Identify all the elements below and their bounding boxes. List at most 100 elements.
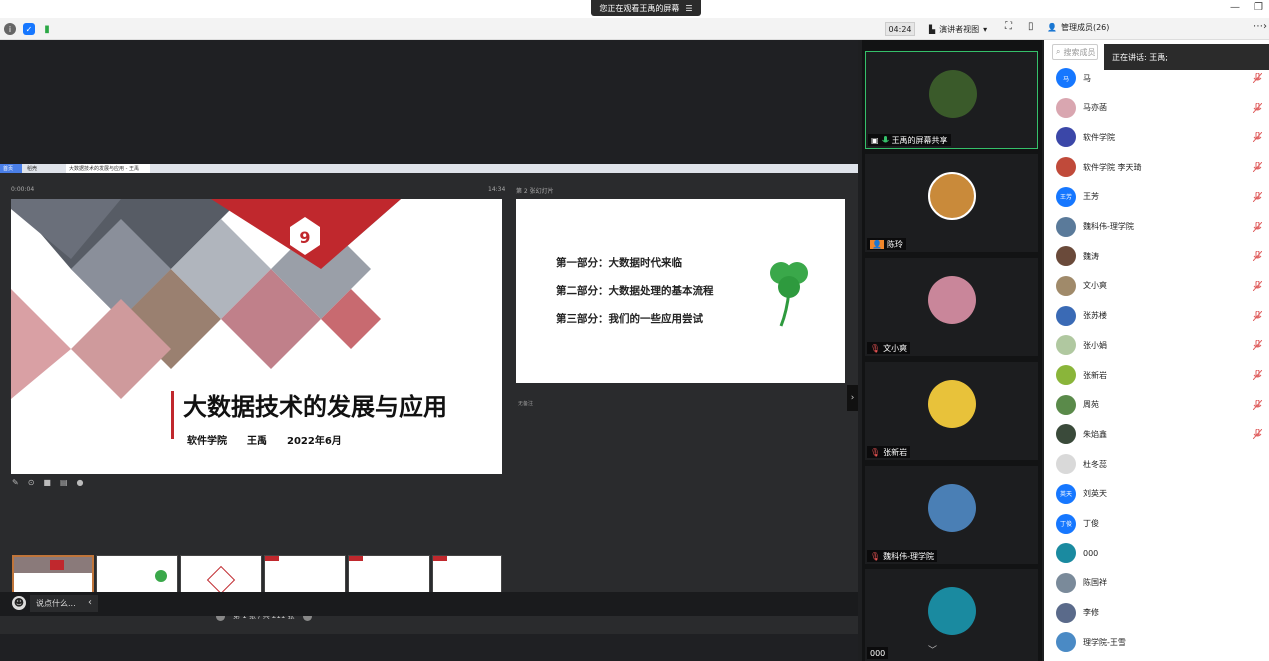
member-row[interactable]: 李修 — [1056, 602, 1266, 624]
avatar — [1056, 543, 1076, 564]
mic-muted-icon[interactable] — [1253, 73, 1262, 83]
manage-members-button[interactable]: 👤 管理成员(26) — [1047, 22, 1109, 33]
video-name-tag: 🎙 张新岩 — [867, 446, 911, 458]
tab-docer[interactable]: 稻壳 — [24, 164, 64, 173]
view-mode-label: 演讲者视图 — [939, 24, 980, 34]
info-icon[interactable]: i — [4, 23, 16, 35]
member-row[interactable]: 软件学院 — [1056, 126, 1266, 148]
member-row[interactable]: 周苑 — [1056, 394, 1266, 416]
member-row[interactable]: 丁俊 丁俊 — [1056, 513, 1266, 535]
member-row[interactable]: 魏科伟-理学院 — [1056, 216, 1266, 238]
meeting-toolbar: i ✓ ▮ 04:24 ▙ 演讲者视图 ▾ ⛶ ▯ 👤 管理成员(26) ⋯› — [0, 18, 1269, 40]
member-name: 李修 — [1083, 608, 1099, 618]
outline-part-2: 第二部分：大数据处理的基本流程 — [556, 285, 714, 297]
member-row[interactable]: 理学院-王雪 — [1056, 631, 1266, 653]
member-row[interactable]: 马马 — [1056, 67, 1266, 89]
mic-muted-icon[interactable] — [1253, 399, 1262, 410]
slide-subtitle: 软件学院 王禹 2022年6月 — [187, 436, 342, 447]
participant-name: 000 — [870, 648, 886, 658]
minimize-icon[interactable]: — — [1230, 2, 1240, 13]
member-row[interactable]: 张小娟 — [1056, 334, 1266, 356]
chevron-down-icon: ▾ — [983, 24, 988, 34]
elapsed-time: 0:00:04 — [11, 186, 35, 193]
avatar — [1056, 632, 1076, 653]
video-tile-6[interactable]: 000 — [865, 569, 1038, 661]
avatar — [1056, 127, 1076, 148]
avatar — [1056, 275, 1076, 296]
mic-muted-icon[interactable] — [1253, 370, 1262, 380]
fullscreen-icon[interactable]: ⛶ — [1005, 21, 1012, 32]
sidebar-toggle-icon[interactable]: ▯ — [1028, 21, 1034, 32]
member-row[interactable]: 英天 刘英天 — [1056, 483, 1266, 505]
avatar — [1056, 216, 1076, 237]
emoji-icon[interactable]: ☻ — [12, 596, 26, 610]
member-row[interactable]: 文小爽 — [1056, 275, 1266, 297]
chevron-left-icon[interactable]: ‹ — [88, 597, 92, 608]
screen-share-banner[interactable]: 您正在观看王禹的屏幕 ☰ — [591, 0, 701, 16]
title-strip: 您正在观看王禹的屏幕 ☰ — ❐ — [0, 0, 1269, 18]
camera-icon[interactable]: ■ — [43, 478, 51, 487]
member-row[interactable]: 朱焰鑫 — [1056, 423, 1266, 445]
mic-muted-icon[interactable] — [1253, 132, 1262, 143]
shield-icon[interactable]: ✓ — [23, 23, 35, 35]
mic-muted-icon[interactable] — [1253, 162, 1262, 173]
member-row[interactable]: 000 — [1056, 542, 1266, 564]
avatar — [1056, 602, 1076, 623]
zoom-icon[interactable]: ⊙ — [28, 478, 35, 487]
avatar — [928, 484, 976, 532]
subtitle-icon[interactable]: ▤ — [60, 478, 68, 487]
pen-icon[interactable]: ✎ — [12, 478, 19, 487]
title-accent-bar — [171, 391, 174, 439]
avatar — [1056, 572, 1076, 593]
participant-name: 陈玲 — [886, 239, 903, 249]
member-row[interactable]: 马亦菡 — [1056, 97, 1266, 119]
avatar — [1056, 424, 1076, 445]
video-tile-3[interactable]: 🎙 文小爽 — [865, 258, 1038, 356]
member-row[interactable]: 王芳 王芳 — [1056, 186, 1266, 208]
member-name: 000 — [1083, 548, 1099, 558]
member-row[interactable]: 软件学院 李天琦 — [1056, 156, 1266, 178]
member-name: 张新岩 — [1083, 370, 1107, 380]
restore-icon[interactable]: ❐ — [1254, 2, 1263, 13]
layout-icon: ▙ — [929, 24, 936, 34]
tab-document[interactable]: 大数据技术的发展与应用 - 王禹 — [66, 164, 150, 173]
video-tile-4[interactable]: 🎙 张新岩 — [865, 362, 1038, 460]
more-tools-icon[interactable]: ● — [77, 478, 84, 487]
video-tile-2[interactable]: 👤 陈玲 — [865, 154, 1038, 252]
video-column: ︿ ▣ 王禹的屏幕共享 👤 陈玲 🎙 文小爽 🎙 张新岩 🎙 魏 — [862, 40, 1042, 661]
member-row[interactable]: 张苏楼 — [1056, 305, 1266, 327]
mic-muted-icon[interactable] — [1253, 221, 1262, 232]
video-tile-1[interactable]: ▣ 王禹的屏幕共享 — [865, 51, 1038, 149]
video-name-tag: 👤 陈玲 — [867, 238, 906, 250]
video-name-tag: ▣ 王禹的屏幕共享 — [868, 134, 951, 146]
collapse-video-handle[interactable]: › — [847, 385, 858, 411]
stop-share-icon[interactable]: ☰ — [685, 4, 692, 13]
member-row[interactable]: 张新岩 — [1056, 364, 1266, 386]
scroll-down-icon[interactable]: ﹀ — [928, 643, 937, 656]
mic-muted-icon[interactable] — [1253, 251, 1262, 262]
tab-home[interactable]: 首页 — [0, 164, 22, 173]
mic-muted-icon[interactable] — [1253, 102, 1262, 113]
member-row[interactable]: 陈国祥 — [1056, 572, 1266, 594]
mic-muted-icon[interactable] — [1253, 340, 1262, 351]
avatar — [1056, 157, 1076, 178]
member-row[interactable]: 杜冬蕊 — [1056, 453, 1266, 475]
member-row[interactable]: 魏涛 — [1056, 245, 1266, 267]
member-name: 马亦菡 — [1083, 103, 1107, 113]
mic-muted-icon[interactable] — [1253, 280, 1262, 291]
member-name: 马 — [1083, 73, 1091, 83]
mic-muted-icon[interactable] — [1253, 310, 1262, 321]
svg-text:9: 9 — [299, 228, 310, 247]
avatar — [928, 172, 976, 220]
mic-muted-icon[interactable] — [1253, 429, 1262, 440]
video-tile-5[interactable]: 🎙 魏科伟-理学院 — [865, 466, 1038, 564]
member-name: 软件学院 — [1083, 132, 1115, 142]
search-input[interactable]: ⌕ 搜索成员 — [1052, 44, 1098, 60]
member-name: 张小娟 — [1083, 340, 1107, 350]
view-mode-select[interactable]: ▙ 演讲者视图 ▾ — [925, 21, 991, 37]
member-name: 周苑 — [1083, 400, 1099, 410]
avatar — [928, 587, 976, 635]
more-icon[interactable]: ⋯› — [1253, 21, 1267, 32]
mic-muted-icon[interactable] — [1253, 191, 1262, 202]
signal-icon[interactable]: ▮ — [41, 23, 53, 35]
